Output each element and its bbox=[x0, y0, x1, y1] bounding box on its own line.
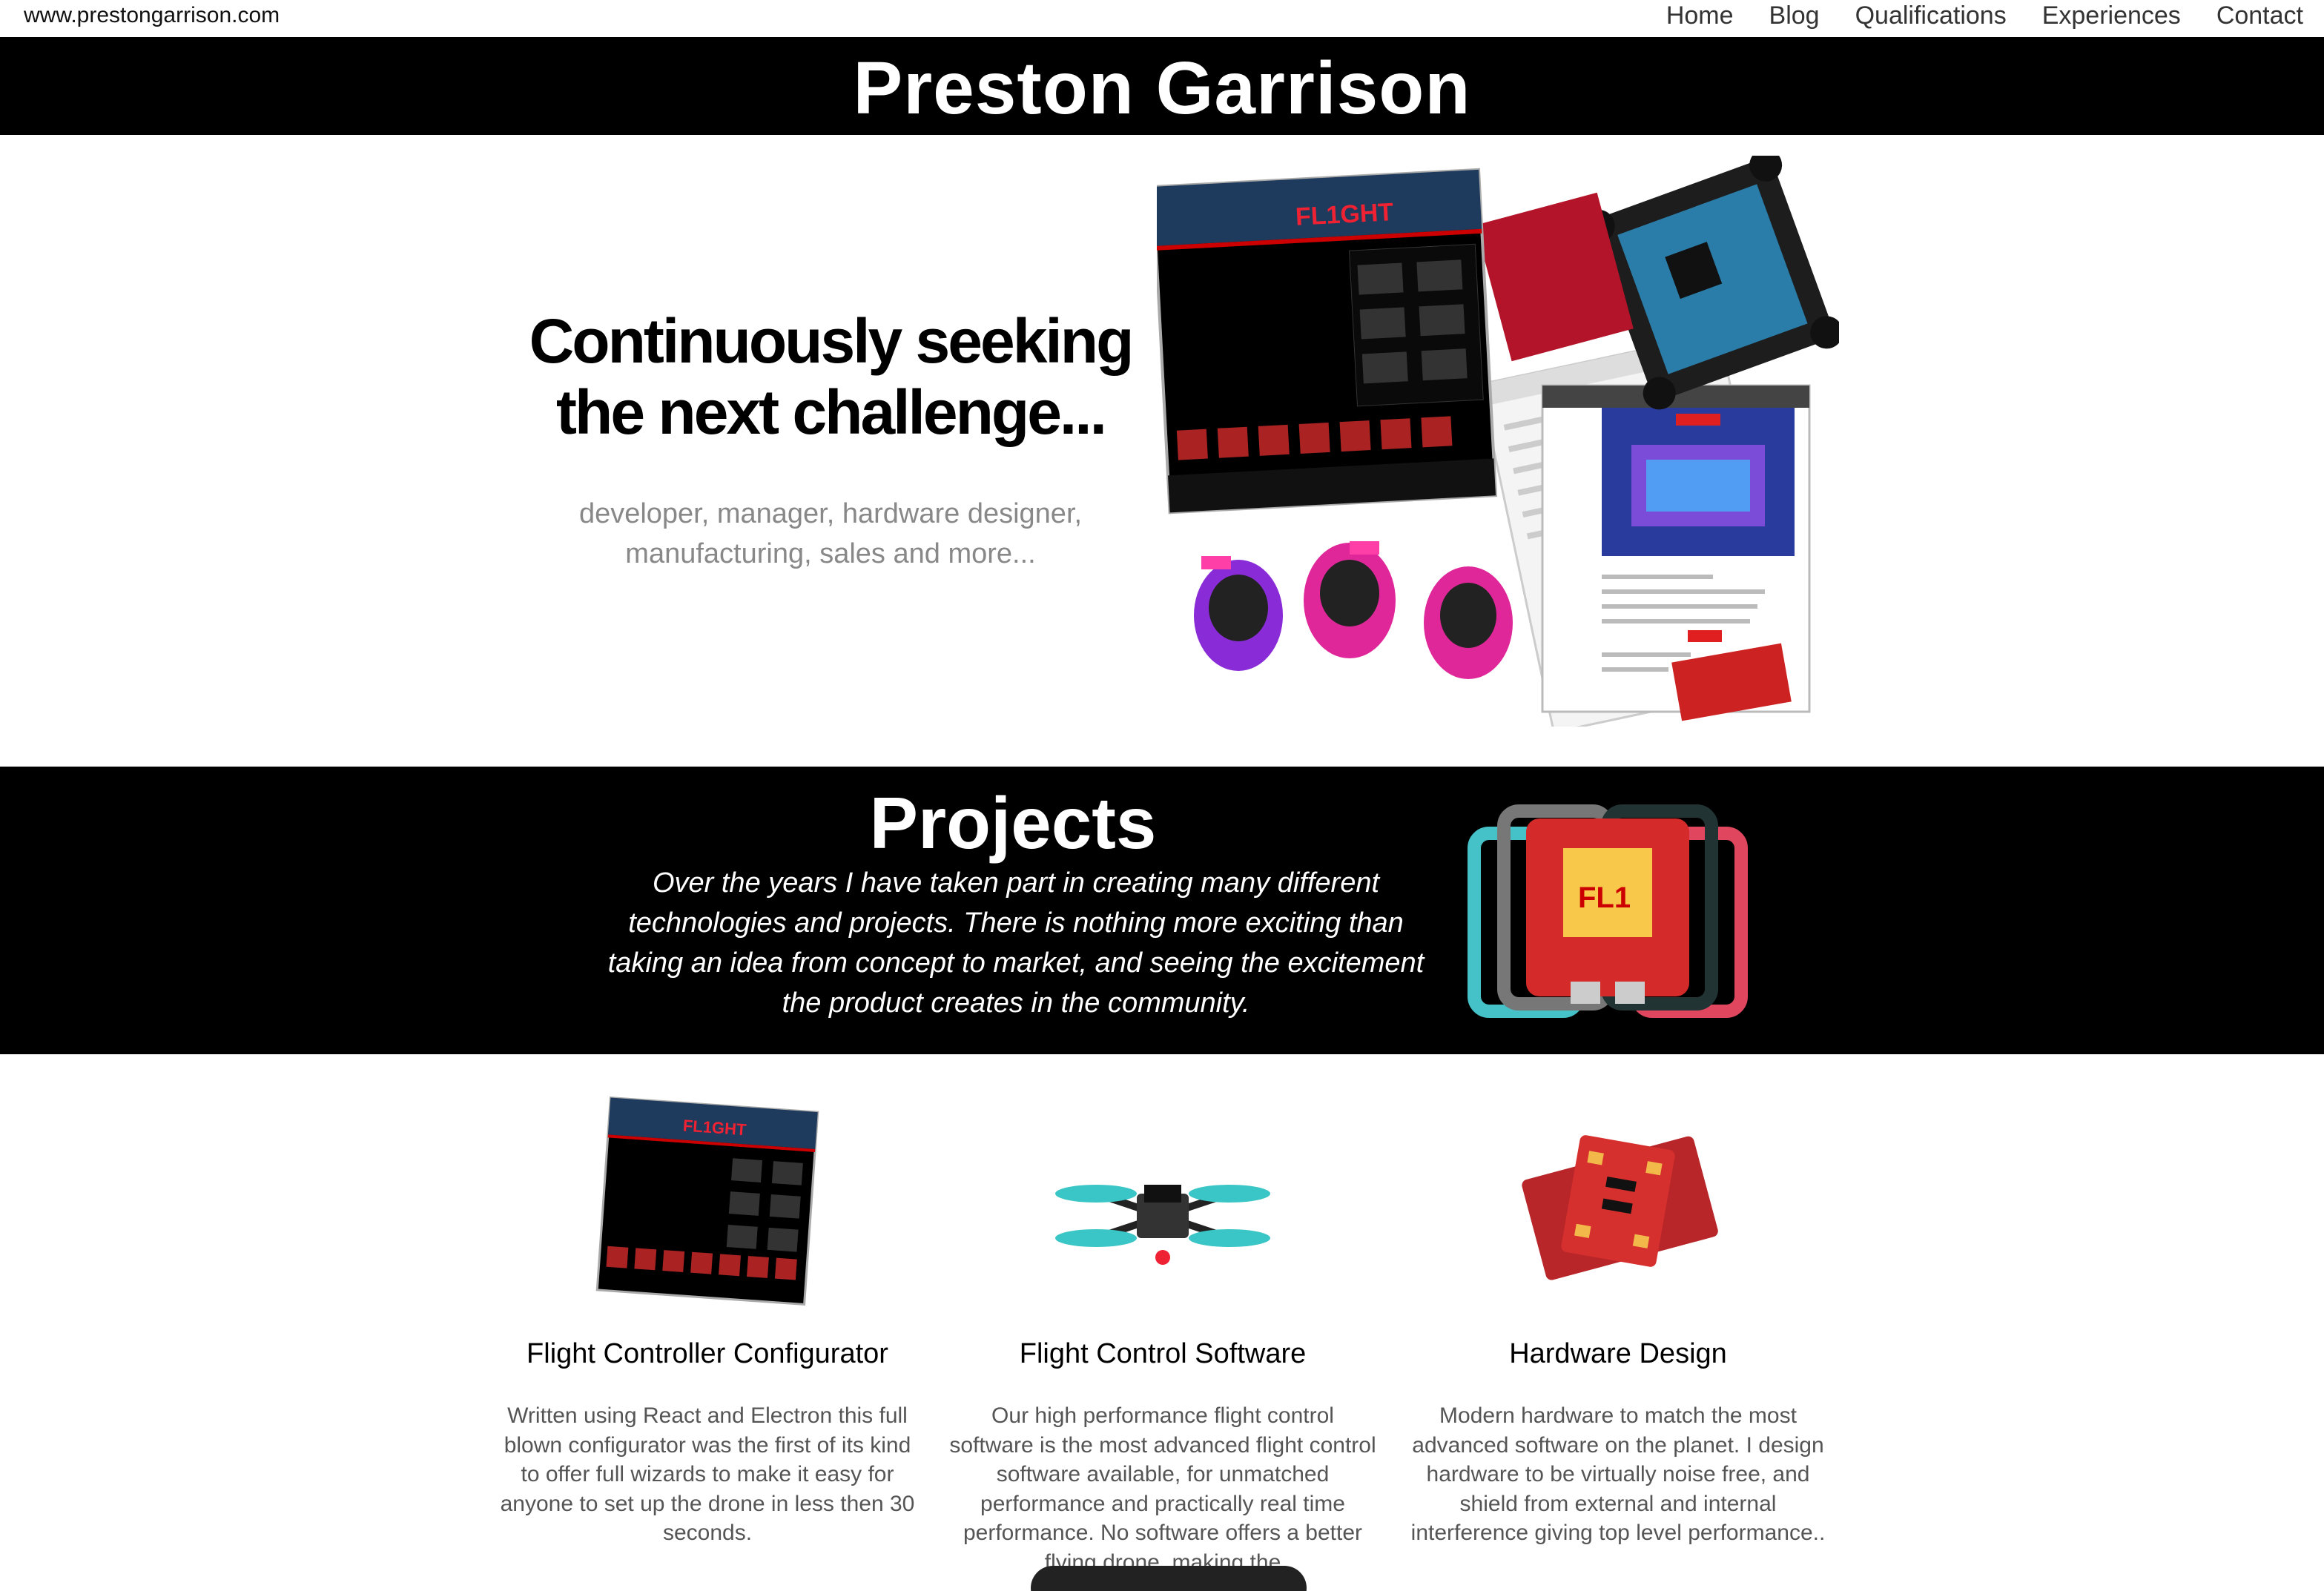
project-card-hardware: Hardware Design Modern hardware to match… bbox=[1396, 1090, 1841, 1548]
hero-subtitle-line2: manufacturing, sales and more... bbox=[625, 538, 1036, 569]
site-url[interactable]: www.prestongarrison.com bbox=[24, 3, 280, 28]
projects-band: Projects Over the years I have taken par… bbox=[0, 767, 2324, 1054]
projects-description-line2: technologies and projects. There is noth… bbox=[628, 907, 1404, 939]
esc-boards-icon bbox=[1522, 1135, 1718, 1280]
nav-home[interactable]: Home bbox=[1666, 1, 1734, 30]
projects-title: Projects bbox=[869, 782, 1157, 864]
nav-qualifications[interactable]: Qualifications bbox=[1855, 1, 2007, 30]
card-title: Hardware Design bbox=[1509, 1338, 1727, 1369]
projects-description: Over the years I have taken part in crea… bbox=[564, 863, 1468, 1023]
floating-toolbar[interactable] bbox=[1031, 1566, 1307, 1591]
quadcopter-drone-icon bbox=[1055, 1185, 1270, 1265]
site-title: Preston Garrison bbox=[853, 47, 1471, 130]
nav-blog[interactable]: Blog bbox=[1769, 1, 1820, 30]
hero-subtitle-line1: developer, manager, hardware designer, bbox=[578, 498, 1083, 529]
projects-description-line4: the product creates in the community. bbox=[782, 988, 1250, 1019]
nav-experiences[interactable]: Experiences bbox=[2042, 1, 2181, 30]
flight-controller-boards-image: FL1 bbox=[1468, 804, 1748, 1018]
project-card-configurator: FL1GHT Flight Controller Configurator Wr… bbox=[485, 1090, 930, 1548]
card-title: Flight Controller Configurator bbox=[526, 1338, 888, 1369]
title-band: Preston Garrison bbox=[0, 37, 2324, 135]
hero-collage-image: FL1GHT bbox=[1157, 156, 1839, 727]
hero-headline: Continuously seeking the next challenge.… bbox=[475, 305, 1186, 448]
projects-description-line1: Over the years I have taken part in crea… bbox=[652, 867, 1380, 899]
hero-subtitle: developer, manager, hardware designer, m… bbox=[519, 494, 1142, 574]
main-nav: Home Blog Qualifications Experiences Con… bbox=[1666, 1, 2303, 30]
svg-text:FL1: FL1 bbox=[1578, 882, 1631, 914]
card-description: Written using React and Electron this fu… bbox=[500, 1403, 915, 1545]
configurator-screenshot-icon: FL1GHT bbox=[595, 1096, 819, 1306]
project-card-flight-software: Flight Control Software Our high perform… bbox=[940, 1090, 1385, 1577]
card-description: Modern hardware to match the most advanc… bbox=[1410, 1403, 1826, 1545]
card-title: Flight Control Software bbox=[1019, 1338, 1307, 1369]
card-description: Our high performance flight control soft… bbox=[949, 1403, 1376, 1575]
top-bar: www.prestongarrison.com Home Blog Qualif… bbox=[0, 0, 2324, 37]
hero-headline-line1: Continuously seeking bbox=[529, 306, 1135, 376]
hero-headline-line2: the next challenge... bbox=[556, 377, 1107, 447]
nav-contact[interactable]: Contact bbox=[2216, 1, 2303, 30]
svg-text:FL1GHT: FL1GHT bbox=[1295, 198, 1394, 231]
projects-description-line3: taking an idea from concept to market, a… bbox=[607, 947, 1425, 979]
